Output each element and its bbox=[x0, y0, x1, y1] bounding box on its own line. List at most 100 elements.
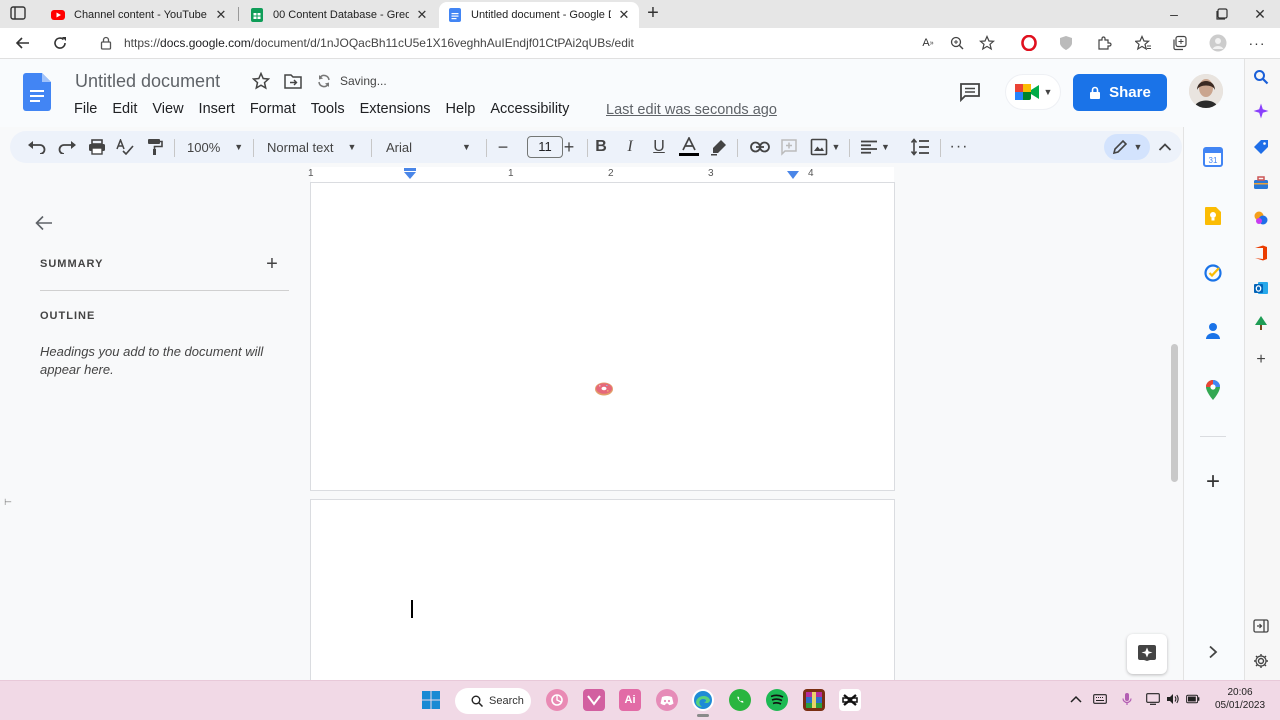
close-outline-arrow-icon[interactable] bbox=[34, 213, 54, 233]
keyboard-icon[interactable] bbox=[1093, 692, 1107, 706]
highlight-icon[interactable] bbox=[708, 136, 730, 158]
right-indent-marker[interactable] bbox=[786, 171, 800, 180]
docs-logo-icon[interactable] bbox=[23, 73, 51, 111]
discord-app-icon[interactable] bbox=[656, 689, 678, 711]
tab-content-database[interactable]: 00 Content Database - Gredia - Google Sh… bbox=[241, 2, 437, 28]
align-button[interactable]: ▼ bbox=[858, 136, 892, 158]
spellcheck-icon[interactable] bbox=[114, 136, 136, 158]
get-addons-button[interactable]: + bbox=[1201, 468, 1225, 495]
hide-menus-icon[interactable] bbox=[1156, 136, 1174, 158]
italic-icon[interactable]: I bbox=[619, 136, 641, 158]
calendar-icon[interactable]: 31 bbox=[1201, 145, 1225, 169]
collections-icon[interactable] bbox=[1170, 33, 1190, 53]
system-clock[interactable]: 20:06 05/01/2023 bbox=[1212, 686, 1268, 712]
comment-history-icon[interactable] bbox=[959, 82, 981, 102]
search-icon[interactable] bbox=[1252, 68, 1270, 86]
menu-file[interactable]: File bbox=[74, 101, 97, 117]
insert-image-button[interactable]: ▼ bbox=[807, 136, 843, 158]
url-field[interactable]: https://docs.google.com/document/d/1nJOQ… bbox=[124, 36, 634, 50]
profile-icon[interactable] bbox=[1208, 33, 1228, 53]
print-icon[interactable] bbox=[86, 136, 108, 158]
redo-icon[interactable] bbox=[56, 136, 78, 158]
document-page[interactable] bbox=[311, 500, 894, 690]
explore-button[interactable] bbox=[1127, 634, 1167, 674]
favorite-star-icon[interactable] bbox=[977, 33, 997, 53]
star-icon[interactable] bbox=[252, 72, 270, 90]
chevron-up-icon[interactable] bbox=[1069, 692, 1083, 706]
whatsapp-app-icon[interactable] bbox=[729, 689, 751, 711]
tab-untitled-document[interactable]: Untitled document - Google Docs ✕ bbox=[439, 2, 639, 28]
extensions-icon[interactable] bbox=[1094, 33, 1114, 53]
menu-accessibility[interactable]: Accessibility bbox=[490, 101, 569, 117]
decrease-font-size-button[interactable]: − bbox=[492, 136, 514, 158]
show-side-panel-icon[interactable] bbox=[1201, 640, 1225, 664]
outlook-icon[interactable] bbox=[1252, 279, 1270, 297]
copilot-sparkle-icon[interactable] bbox=[1252, 102, 1270, 120]
style-select[interactable]: Normal text ▼ bbox=[267, 136, 361, 158]
taskbar-search[interactable]: Search bbox=[455, 688, 531, 714]
opera-icon[interactable] bbox=[1019, 33, 1039, 53]
minimize-icon[interactable]: – bbox=[1164, 4, 1184, 24]
tab-actions-icon[interactable] bbox=[10, 6, 28, 22]
underline-icon[interactable]: U bbox=[648, 136, 670, 158]
share-button[interactable]: Share bbox=[1073, 74, 1167, 111]
drop-tree-icon[interactable] bbox=[1252, 314, 1270, 332]
add-sidebar-app-icon[interactable]: + bbox=[1252, 351, 1270, 369]
zoom-select[interactable]: 100% ▼ bbox=[187, 136, 245, 158]
menu-insert[interactable]: Insert bbox=[199, 101, 235, 117]
contacts-icon[interactable] bbox=[1201, 319, 1225, 343]
document-page[interactable] bbox=[311, 183, 894, 490]
document-title[interactable]: Untitled document bbox=[75, 71, 220, 92]
microphone-icon[interactable] bbox=[1120, 692, 1134, 706]
maps-icon[interactable] bbox=[1201, 378, 1225, 402]
doughnut-emoji[interactable] bbox=[594, 381, 614, 397]
winrar-app-icon[interactable] bbox=[803, 689, 825, 711]
hide-sidebar-icon[interactable] bbox=[1252, 617, 1270, 635]
games-icon[interactable] bbox=[1252, 209, 1270, 227]
paint-format-icon[interactable] bbox=[144, 136, 166, 158]
new-tab-button[interactable]: + bbox=[643, 3, 663, 24]
close-tab-icon[interactable]: ✕ bbox=[617, 7, 631, 22]
back-arrow-icon[interactable] bbox=[13, 33, 33, 53]
volume-icon[interactable] bbox=[1166, 692, 1180, 706]
screen-share-icon[interactable] bbox=[1146, 692, 1160, 706]
menu-help[interactable]: Help bbox=[446, 101, 476, 117]
reload-icon[interactable] bbox=[50, 33, 70, 53]
capcut-app-icon[interactable] bbox=[839, 689, 861, 711]
tab-youtube-studio[interactable]: Channel content - YouTube Studio ✕ bbox=[42, 2, 236, 28]
menu-edit[interactable]: Edit bbox=[112, 101, 137, 117]
increase-font-size-button[interactable]: + bbox=[558, 136, 580, 158]
maximize-icon[interactable] bbox=[1212, 4, 1232, 24]
illustrator-app-icon[interactable]: Ai bbox=[619, 689, 641, 711]
zoom-icon[interactable] bbox=[947, 33, 967, 53]
close-tab-icon[interactable]: ✕ bbox=[214, 7, 228, 22]
tools-briefcase-icon[interactable] bbox=[1252, 174, 1270, 192]
text-color-icon[interactable] bbox=[677, 136, 701, 158]
more-options-icon[interactable]: ··· bbox=[1247, 33, 1267, 53]
favorites-icon[interactable] bbox=[1133, 33, 1153, 53]
menu-format[interactable]: Format bbox=[250, 101, 296, 117]
bold-icon[interactable]: B bbox=[590, 136, 612, 158]
add-comment-icon[interactable] bbox=[778, 136, 800, 158]
document-scrollbar[interactable] bbox=[1171, 344, 1178, 482]
more-tools-icon[interactable]: ··· bbox=[948, 136, 970, 158]
meet-button[interactable]: ▼ bbox=[1005, 74, 1061, 110]
line-spacing-icon[interactable] bbox=[908, 136, 932, 158]
edge-browser-icon[interactable] bbox=[692, 689, 714, 711]
shopping-tag-icon[interactable] bbox=[1252, 138, 1270, 156]
shield-icon[interactable] bbox=[1056, 33, 1076, 53]
font-select[interactable]: Arial ▼ bbox=[386, 136, 480, 158]
account-avatar[interactable] bbox=[1189, 74, 1223, 108]
last-edit-link[interactable]: Last edit was seconds ago bbox=[606, 102, 777, 118]
menu-tools[interactable]: Tools bbox=[311, 101, 345, 117]
menu-extensions[interactable]: Extensions bbox=[360, 101, 431, 117]
battery-icon[interactable] bbox=[1186, 692, 1200, 706]
lock-icon[interactable] bbox=[96, 33, 116, 53]
settings-gear-icon[interactable] bbox=[1252, 652, 1270, 670]
editing-mode-button[interactable]: ▼ bbox=[1104, 134, 1150, 160]
windows-start-icon[interactable] bbox=[420, 689, 442, 711]
tasks-icon[interactable] bbox=[1201, 261, 1225, 285]
left-indent-marker[interactable] bbox=[403, 168, 417, 180]
menu-view[interactable]: View bbox=[152, 101, 183, 117]
photos-app-icon[interactable] bbox=[546, 689, 568, 711]
